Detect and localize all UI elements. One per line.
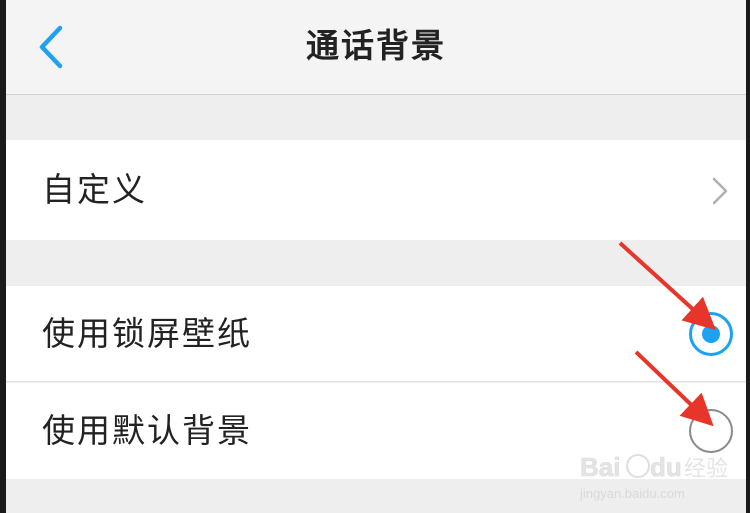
lock-screen-wallpaper-row[interactable]: 使用锁屏壁纸 [6,286,746,382]
device-frame-right [746,0,750,513]
default-background-label: 使用默认背景 [42,411,252,450]
default-background-row[interactable]: 使用默认背景 [6,383,746,479]
call-background-screen: 通话背景 自定义 使用锁屏壁纸 使用默认背景 [6,0,746,513]
custom-option-row[interactable]: 自定义 [6,140,746,240]
lock-screen-wallpaper-radio[interactable] [689,312,733,356]
lock-screen-wallpaper-label: 使用锁屏壁纸 [42,314,252,353]
page-title: 通话背景 [306,26,446,65]
custom-option-label: 自定义 [42,170,147,209]
chevron-right-icon [712,177,728,205]
radio-selected-dot [702,325,720,343]
default-background-radio[interactable] [689,409,733,453]
navigation-bar: 通话背景 [6,0,746,95]
